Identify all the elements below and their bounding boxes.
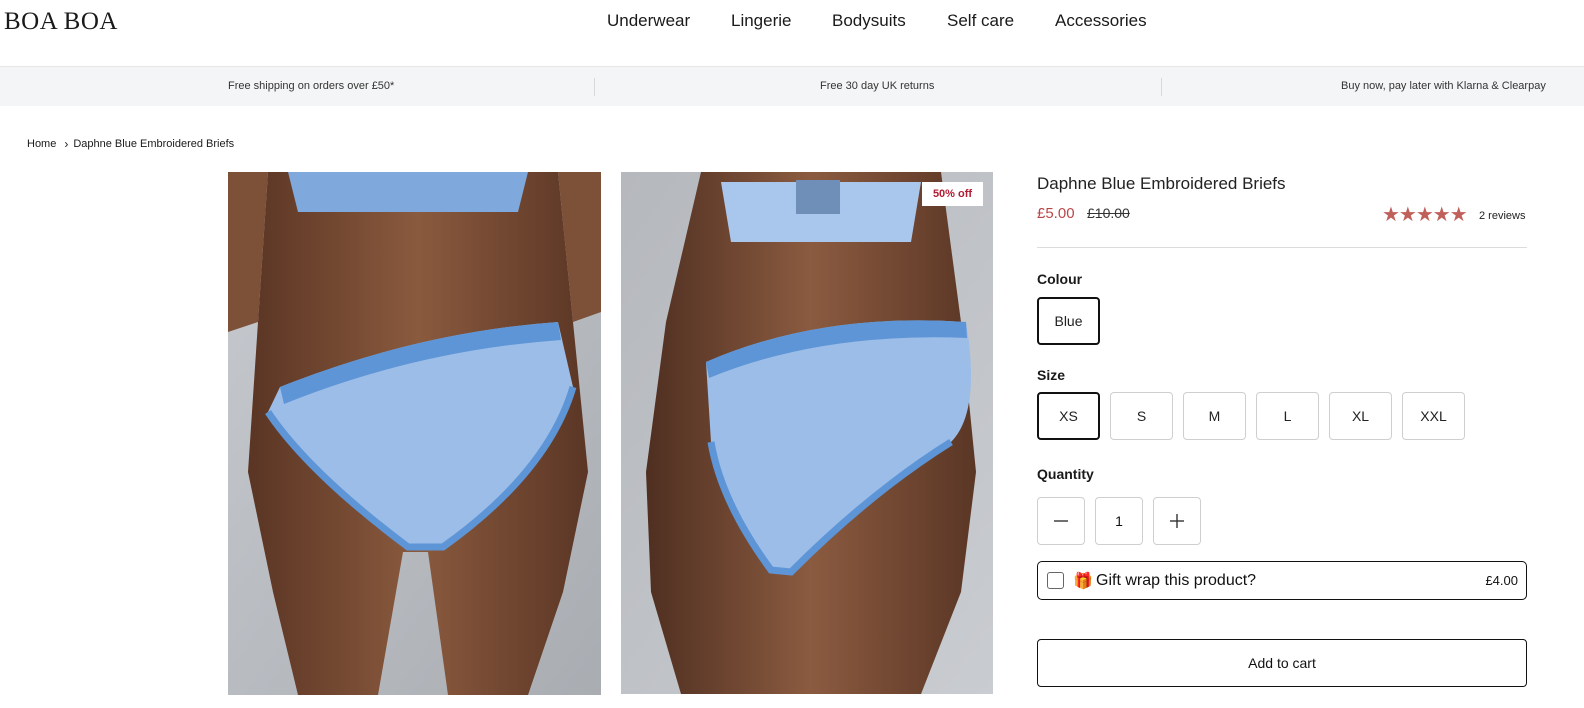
- colour-option-blue[interactable]: Blue: [1037, 297, 1100, 345]
- size-option-m[interactable]: M: [1183, 392, 1246, 440]
- minus-icon: [1054, 520, 1068, 522]
- promo-bar: Free shipping on orders over £50* Free 3…: [0, 66, 1584, 106]
- size-option-xl[interactable]: XL: [1329, 392, 1392, 440]
- breadcrumb-current: Daphne Blue Embroidered Briefs: [73, 138, 235, 150]
- original-price: £10.00: [1087, 205, 1130, 221]
- gift-wrap-option[interactable]: 🎁 Gift wrap this product? £4.00: [1037, 561, 1527, 600]
- quantity-label: Quantity: [1037, 466, 1094, 482]
- product-image-back[interactable]: [621, 172, 993, 694]
- product-title: Daphne Blue Embroidered Briefs: [1037, 174, 1286, 193]
- quantity-decrease-button[interactable]: [1037, 497, 1085, 545]
- divider: [1037, 247, 1527, 248]
- size-label: Size: [1037, 367, 1066, 383]
- size-option-xs[interactable]: XS: [1037, 392, 1100, 440]
- gift-wrap-checkbox[interactable]: [1047, 572, 1064, 589]
- breadcrumb-home[interactable]: Home: [27, 138, 56, 150]
- promo-returns: Free 30 day UK returns: [820, 80, 935, 92]
- gift-wrap-label: Gift wrap this product?: [1096, 572, 1257, 589]
- add-to-cart-button[interactable]: Add to cart: [1037, 639, 1527, 687]
- size-option-s[interactable]: S: [1110, 392, 1173, 440]
- product-image-front[interactable]: [228, 172, 601, 695]
- nav-accessories[interactable]: Accessories: [1055, 11, 1147, 31]
- nav-self-care[interactable]: Self care: [947, 11, 1014, 31]
- gift-wrap-price: £4.00: [1485, 573, 1518, 588]
- sale-price: £5.00: [1037, 205, 1075, 222]
- discount-badge: 50% off: [922, 182, 983, 206]
- star-rating-icon[interactable]: ★★★★★: [1382, 202, 1468, 227]
- nav-underwear[interactable]: Underwear: [607, 11, 690, 31]
- size-option-xxl[interactable]: XXL: [1402, 392, 1465, 440]
- nav-bodysuits[interactable]: Bodysuits: [832, 11, 906, 31]
- colour-label: Colour: [1037, 271, 1083, 287]
- promo-divider: [1161, 78, 1162, 96]
- promo-divider: [594, 78, 595, 96]
- breadcrumb: Home › Daphne Blue Embroidered Briefs: [27, 137, 234, 151]
- plus-icon: [1170, 514, 1184, 528]
- quantity-increase-button[interactable]: [1153, 497, 1201, 545]
- quantity-input[interactable]: 1: [1095, 497, 1143, 545]
- main-nav: Underwear Lingerie Bodysuits Self care A…: [0, 11, 1584, 35]
- promo-shipping: Free shipping on orders over £50*: [228, 80, 395, 92]
- gift-icon: 🎁: [1073, 573, 1093, 590]
- reviews-link[interactable]: 2 reviews: [1479, 210, 1525, 222]
- size-option-l[interactable]: L: [1256, 392, 1319, 440]
- chevron-right-icon: ›: [64, 137, 69, 151]
- promo-klarna: Buy now, pay later with Klarna & Clearpa…: [1341, 80, 1546, 92]
- nav-lingerie[interactable]: Lingerie: [731, 11, 792, 31]
